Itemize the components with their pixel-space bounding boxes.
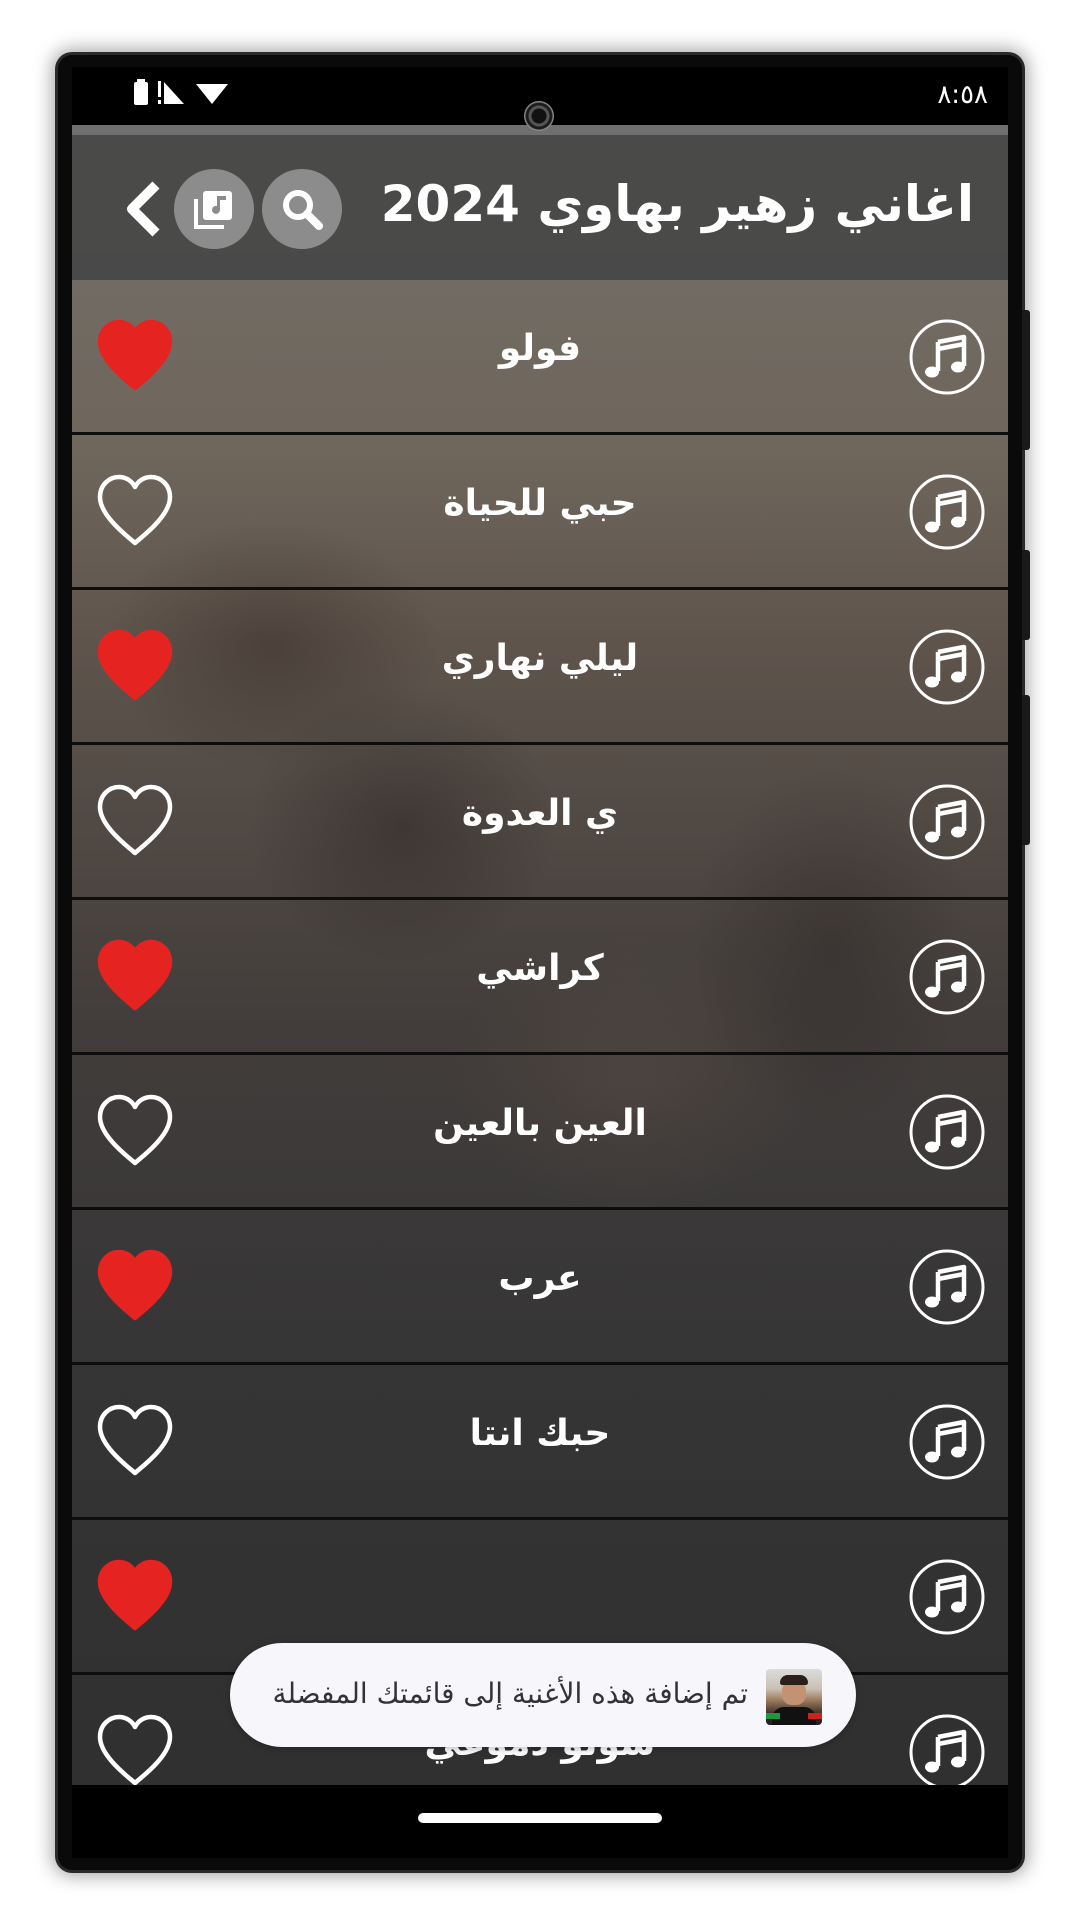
side-button (1022, 695, 1030, 845)
music-library-button[interactable] (174, 169, 254, 249)
song-list: فولو حبي للحياة ليلي نهاري ي العدوة كراشي الع… (72, 280, 1008, 1785)
music-note-icon (909, 1559, 985, 1635)
favorite-toggle[interactable] (96, 938, 174, 1012)
page-title: اغاني زهير بهاوي 2024 (380, 175, 974, 233)
chevron-left-icon (127, 181, 160, 237)
music-note-icon (909, 939, 985, 1015)
play-song-button[interactable] (908, 473, 986, 551)
favorite-toggle[interactable] (96, 1713, 174, 1785)
favorite-toggle[interactable] (96, 473, 174, 547)
status-icons (134, 79, 228, 105)
heart-filled-icon (97, 629, 173, 701)
music-note-icon (909, 1249, 985, 1325)
music-note-icon (909, 629, 985, 705)
heart-filled-icon (97, 319, 173, 391)
heart-outline-icon (97, 1094, 173, 1166)
play-song-button[interactable] (908, 1403, 986, 1481)
song-row[interactable]: فولو (72, 280, 1008, 435)
music-library-icon (194, 191, 232, 229)
home-gesture-bar[interactable] (418, 1813, 662, 1823)
favorite-toggle[interactable] (96, 1248, 174, 1322)
cellular-signal-icon (158, 81, 184, 104)
play-song-button[interactable] (908, 318, 986, 396)
song-title: حبك انتا (469, 1413, 611, 1454)
song-title: حبي للحياة (443, 483, 637, 524)
battery-icon (134, 79, 148, 105)
search-icon (283, 190, 323, 230)
music-note-icon (909, 1404, 985, 1480)
song-title: ي العدوة (461, 793, 619, 834)
play-song-button[interactable] (908, 783, 986, 861)
navigation-bar (72, 1785, 1008, 1858)
wifi-icon (196, 84, 228, 104)
status-time: ٨:٥٨ (937, 80, 988, 110)
screen: ٨:٥٨ اغاني زهير بهاوي 2024 فولو حبي للحي… (72, 67, 1008, 1858)
song-title: ليلي نهاري (441, 638, 639, 679)
heart-filled-icon (97, 1559, 173, 1631)
side-button (1022, 310, 1030, 450)
play-song-button[interactable] (908, 628, 986, 706)
play-song-button[interactable] (908, 938, 986, 1016)
song-row[interactable]: ي العدوة (72, 745, 1008, 900)
music-note-icon (909, 1714, 985, 1785)
song-title: العين بالعين (433, 1103, 647, 1144)
app-content: اغاني زهير بهاوي 2024 فولو حبي للحياة لي… (72, 125, 1008, 1785)
music-note-icon (909, 1094, 985, 1170)
heart-filled-icon (97, 939, 173, 1011)
app-header: اغاني زهير بهاوي 2024 (72, 125, 1008, 280)
song-row[interactable]: عرب (72, 1210, 1008, 1365)
song-row[interactable]: ليلي نهاري (72, 590, 1008, 745)
favorite-toggle[interactable] (96, 628, 174, 702)
heart-outline-icon (97, 1714, 173, 1785)
song-title: عرب (498, 1258, 582, 1299)
play-song-button[interactable] (908, 1558, 986, 1636)
toast-notification: تم إضافة هذه الأغنية إلى قائمتك المفضلة (230, 1643, 856, 1747)
music-note-icon (909, 319, 985, 395)
phone-frame: ٨:٥٨ اغاني زهير بهاوي 2024 فولو حبي للحي… (58, 55, 1030, 1870)
song-row[interactable]: العين بالعين (72, 1055, 1008, 1210)
song-row[interactable]: حبي للحياة (72, 435, 1008, 590)
search-button[interactable] (262, 169, 342, 249)
app-icon (766, 1669, 822, 1725)
heart-outline-icon (97, 784, 173, 856)
favorite-toggle[interactable] (96, 318, 174, 392)
play-song-button[interactable] (908, 1248, 986, 1326)
favorite-toggle[interactable] (96, 1558, 174, 1632)
play-song-button[interactable] (908, 1713, 986, 1785)
favorite-toggle[interactable] (96, 1093, 174, 1167)
heart-outline-icon (97, 474, 173, 546)
heart-filled-icon (97, 1249, 173, 1321)
side-button (1022, 550, 1030, 640)
heart-outline-icon (97, 1404, 173, 1476)
song-row[interactable]: كراشي (72, 900, 1008, 1055)
favorite-toggle[interactable] (96, 783, 174, 857)
front-camera (524, 101, 554, 131)
song-title: كراشي (476, 948, 604, 989)
play-song-button[interactable] (908, 1093, 986, 1171)
favorite-toggle[interactable] (96, 1403, 174, 1477)
song-row[interactable]: حبك انتا (72, 1365, 1008, 1520)
toast-message: تم إضافة هذه الأغنية إلى قائمتك المفضلة (272, 1677, 748, 1710)
music-note-icon (909, 784, 985, 860)
back-button[interactable] (114, 177, 174, 241)
song-title: فولو (498, 328, 582, 369)
music-note-icon (909, 474, 985, 550)
